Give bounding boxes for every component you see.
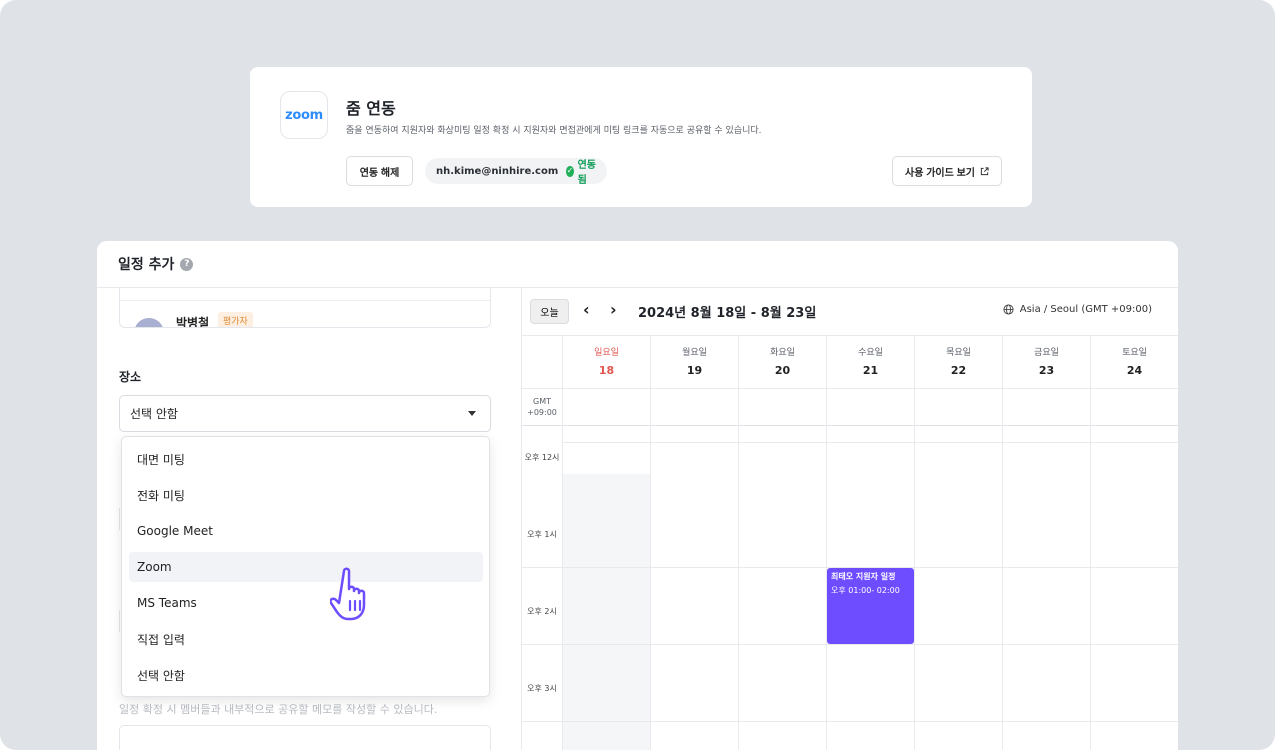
day-header-wed: 수요일 21 <box>826 336 914 388</box>
day-header-sat: 토요일 24 <box>1090 336 1178 388</box>
unlink-button[interactable]: 연동 해제 <box>346 156 413 186</box>
grid-line <box>650 388 651 750</box>
day-header-thu: 목요일 22 <box>914 336 1002 388</box>
calendar-event[interactable]: 최태오 지원자 일정 오후 01:00- 02:00 <box>827 568 914 644</box>
day-header-tue: 화요일 20 <box>738 336 826 388</box>
member-role-badge: 평가자 <box>218 312 253 327</box>
today-button[interactable]: 오늘 <box>530 299 569 324</box>
grid-line <box>562 388 563 750</box>
grid-line <box>738 388 739 750</box>
member-name: 박병철 <box>176 316 210 328</box>
sunday-shade <box>562 474 650 750</box>
day-name: 수요일 <box>858 348 883 358</box>
day-name: 일요일 <box>594 348 619 358</box>
help-icon[interactable]: ? <box>180 257 194 271</box>
memo-hint: 일정 확정 시 멤버들과 내부적으로 공유할 메모를 작성할 수 있습니다. <box>119 703 438 716</box>
gmt-offset-label: GMT +09:00 <box>522 388 562 425</box>
date-range-label: 2024년 8월 18일 - 8월 23일 <box>638 306 817 321</box>
member-list: 박병철 평가자 <box>119 288 491 328</box>
check-circle-icon: ✓ <box>566 165 574 177</box>
day-header-sun: 일요일 18 <box>562 336 650 388</box>
day-number: 23 <box>1038 364 1055 377</box>
calendar: 오늘 ‹ › 2024년 8월 18일 - 8월 23일 Asia / Seou… <box>522 288 1178 750</box>
dropdown-option[interactable]: MS Teams <box>129 588 483 618</box>
place-select-value: 선택 안함 <box>130 407 178 421</box>
day-number: 18 <box>598 364 615 377</box>
day-name: 금요일 <box>1034 348 1059 358</box>
gmt-offset: +09:00 <box>527 408 557 417</box>
dropdown-option[interactable]: 선택 안함 <box>129 660 483 690</box>
event-time: 오후 01:00- 02:00 <box>831 586 900 595</box>
linked-status-badge: ✓ 연동됨 <box>566 156 596 186</box>
avatar <box>134 318 164 327</box>
time-label: 오후 1시 <box>527 530 557 539</box>
gmt-label: GMT <box>533 397 551 406</box>
day-name: 토요일 <box>1122 348 1147 358</box>
day-name: 목요일 <box>946 348 971 358</box>
calendar-toolbar: 오늘 ‹ › 2024년 8월 18일 - 8월 23일 Asia / Seou… <box>522 288 1178 335</box>
schedule-title: 일정 추가 <box>118 257 175 273</box>
linked-account-pill: nh.kime@ninhire.com ✓ 연동됨 <box>425 156 607 186</box>
grid-line <box>1090 388 1091 750</box>
timezone-label: Asia / Seoul (GMT +09:00) <box>1019 304 1152 315</box>
dropdown-option[interactable]: Google Meet <box>129 516 483 546</box>
day-name: 월요일 <box>682 348 707 358</box>
time-label: 오후 2시 <box>527 607 557 616</box>
dropdown-option[interactable]: 대면 미팅 <box>129 444 483 474</box>
external-link-icon <box>980 166 989 175</box>
unlink-button-label: 연동 해제 <box>359 167 400 179</box>
calendar-grid: 일요일 18 월요일 19 화요일 20 수요일 21 목요일 22 금요일 2… <box>522 335 1178 750</box>
zoom-logo: zoom <box>280 91 328 139</box>
caret-down-icon <box>468 411 476 416</box>
screen-frame: zoom 줌 연동 줌을 연동하여 지원자와 화상미팅 일정 확정 시 지원자와… <box>0 0 1275 750</box>
day-number: 20 <box>774 364 791 377</box>
day-name: 화요일 <box>770 348 795 358</box>
day-header-fri: 금요일 23 <box>1002 336 1090 388</box>
event-title: 최태오 지원자 일정 <box>831 572 896 581</box>
zoom-card-description: 줌을 연동하여 지원자와 화상미팅 일정 확정 시 지원자와 면접관에게 미팅 … <box>346 126 762 136</box>
day-number: 19 <box>686 364 703 377</box>
place-label: 장소 <box>119 370 142 384</box>
grid-line <box>1002 388 1003 750</box>
zoom-integration-card: zoom 줌 연동 줌을 연동하여 지원자와 화상미팅 일정 확정 시 지원자와… <box>250 67 1032 207</box>
timezone-selector[interactable]: Asia / Seoul (GMT +09:00) <box>1003 304 1152 315</box>
place-dropdown-menu: 대면 미팅 전화 미팅 Google Meet Zoom MS Teams 직접… <box>121 436 490 697</box>
grid-line <box>562 442 1178 443</box>
chevron-left-icon[interactable]: ‹ <box>583 300 590 320</box>
schedule-header: 일정 추가 ? <box>97 241 1178 288</box>
grid-line <box>914 388 915 750</box>
day-number: 22 <box>950 364 967 377</box>
grid-line <box>522 644 1178 645</box>
member-list-divider <box>120 300 490 301</box>
place-select[interactable]: 선택 안함 <box>119 395 491 432</box>
dropdown-option[interactable]: 전화 미팅 <box>129 480 483 510</box>
globe-icon <box>1003 304 1014 315</box>
today-button-label: 오늘 <box>540 308 559 319</box>
grid-line <box>522 721 1178 722</box>
account-email: nh.kime@ninhire.com <box>436 165 559 177</box>
day-header-mon: 월요일 19 <box>650 336 738 388</box>
grid-line <box>522 425 1178 426</box>
memo-input[interactable] <box>119 725 491 750</box>
day-number: 24 <box>1126 364 1143 377</box>
hand-pointer-icon <box>330 567 366 621</box>
time-label: 오후 3시 <box>527 684 557 693</box>
linked-status-label: 연동됨 <box>577 160 596 186</box>
time-label: 오후 12시 <box>524 453 560 462</box>
user-guide-button[interactable]: 사용 가이드 보기 <box>892 156 1002 186</box>
day-number: 21 <box>862 364 879 377</box>
dropdown-option[interactable]: 직접 입력 <box>129 624 483 654</box>
dropdown-option-hovered[interactable]: Zoom <box>129 552 483 582</box>
zoom-card-title: 줌 연동 <box>346 99 396 118</box>
user-guide-label: 사용 가이드 보기 <box>905 167 975 179</box>
chevron-right-icon[interactable]: › <box>610 300 617 320</box>
grid-line <box>522 388 1178 389</box>
